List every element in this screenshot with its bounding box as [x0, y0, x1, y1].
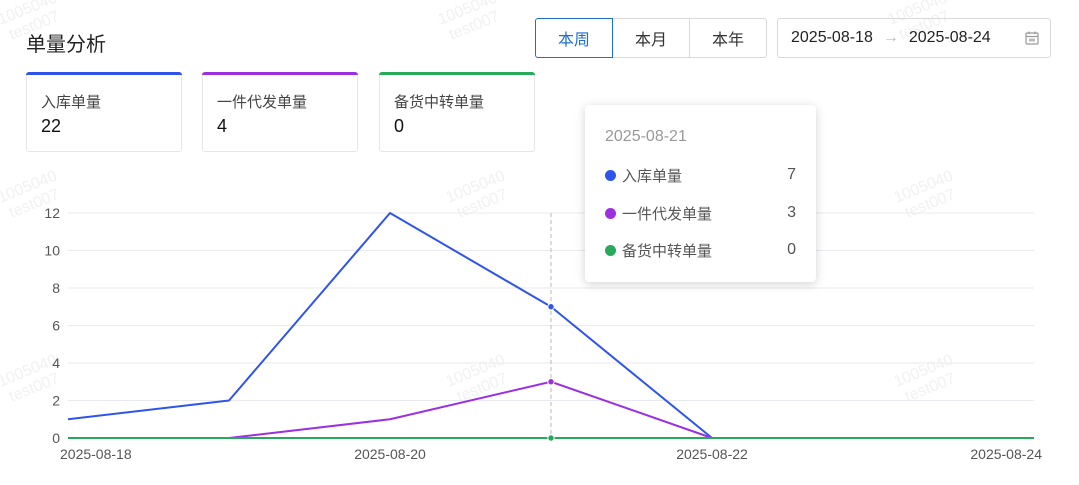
data-point	[547, 378, 555, 386]
data-point	[547, 434, 555, 442]
tooltip-series-value: 0	[787, 241, 796, 258]
y-tick-label: 8	[52, 280, 60, 296]
tooltip-series-label: 一件代发单量	[622, 205, 713, 223]
series-dot-icon	[605, 244, 616, 256]
y-tick-label: 10	[44, 243, 60, 259]
data-point	[547, 303, 555, 311]
x-tick-label: 2025-08-22	[676, 446, 748, 462]
y-tick-label: 6	[52, 318, 60, 334]
tooltip-row: 入库单量 7	[605, 165, 796, 185]
y-tick-label: 4	[52, 355, 60, 371]
tooltip-series-label: 备货中转单量	[622, 242, 713, 260]
tooltip-row: 备货中转单量 0	[605, 240, 796, 260]
series-dot-icon	[605, 207, 616, 219]
y-tick-label: 2	[52, 393, 60, 409]
tab-week[interactable]: 本周	[535, 18, 613, 58]
tooltip-series-value: 3	[787, 204, 796, 221]
tooltip-series-value: 7	[787, 166, 796, 183]
x-tick-label: 2025-08-20	[354, 446, 426, 462]
line-chart: 0 2 4 6 8 10 12 2025-08-18 2025-08-20 2025-08-22 2…	[44, 205, 1042, 462]
series-dot-icon	[605, 169, 616, 181]
tooltip-row: 一件代发单量 3	[605, 203, 796, 223]
tooltip-series-label: 入库单量	[622, 167, 683, 185]
tooltip-date: 2025-08-21	[605, 128, 687, 145]
x-tick-label: 2025-08-24	[970, 446, 1042, 462]
chart-tooltip: 2025-08-21 入库单量 7 一件代发单量 3 备货中转单量 0	[585, 105, 816, 282]
y-tick-label: 0	[52, 430, 60, 446]
x-tick-label: 2025-08-18	[60, 446, 132, 462]
y-tick-label: 12	[44, 205, 60, 221]
